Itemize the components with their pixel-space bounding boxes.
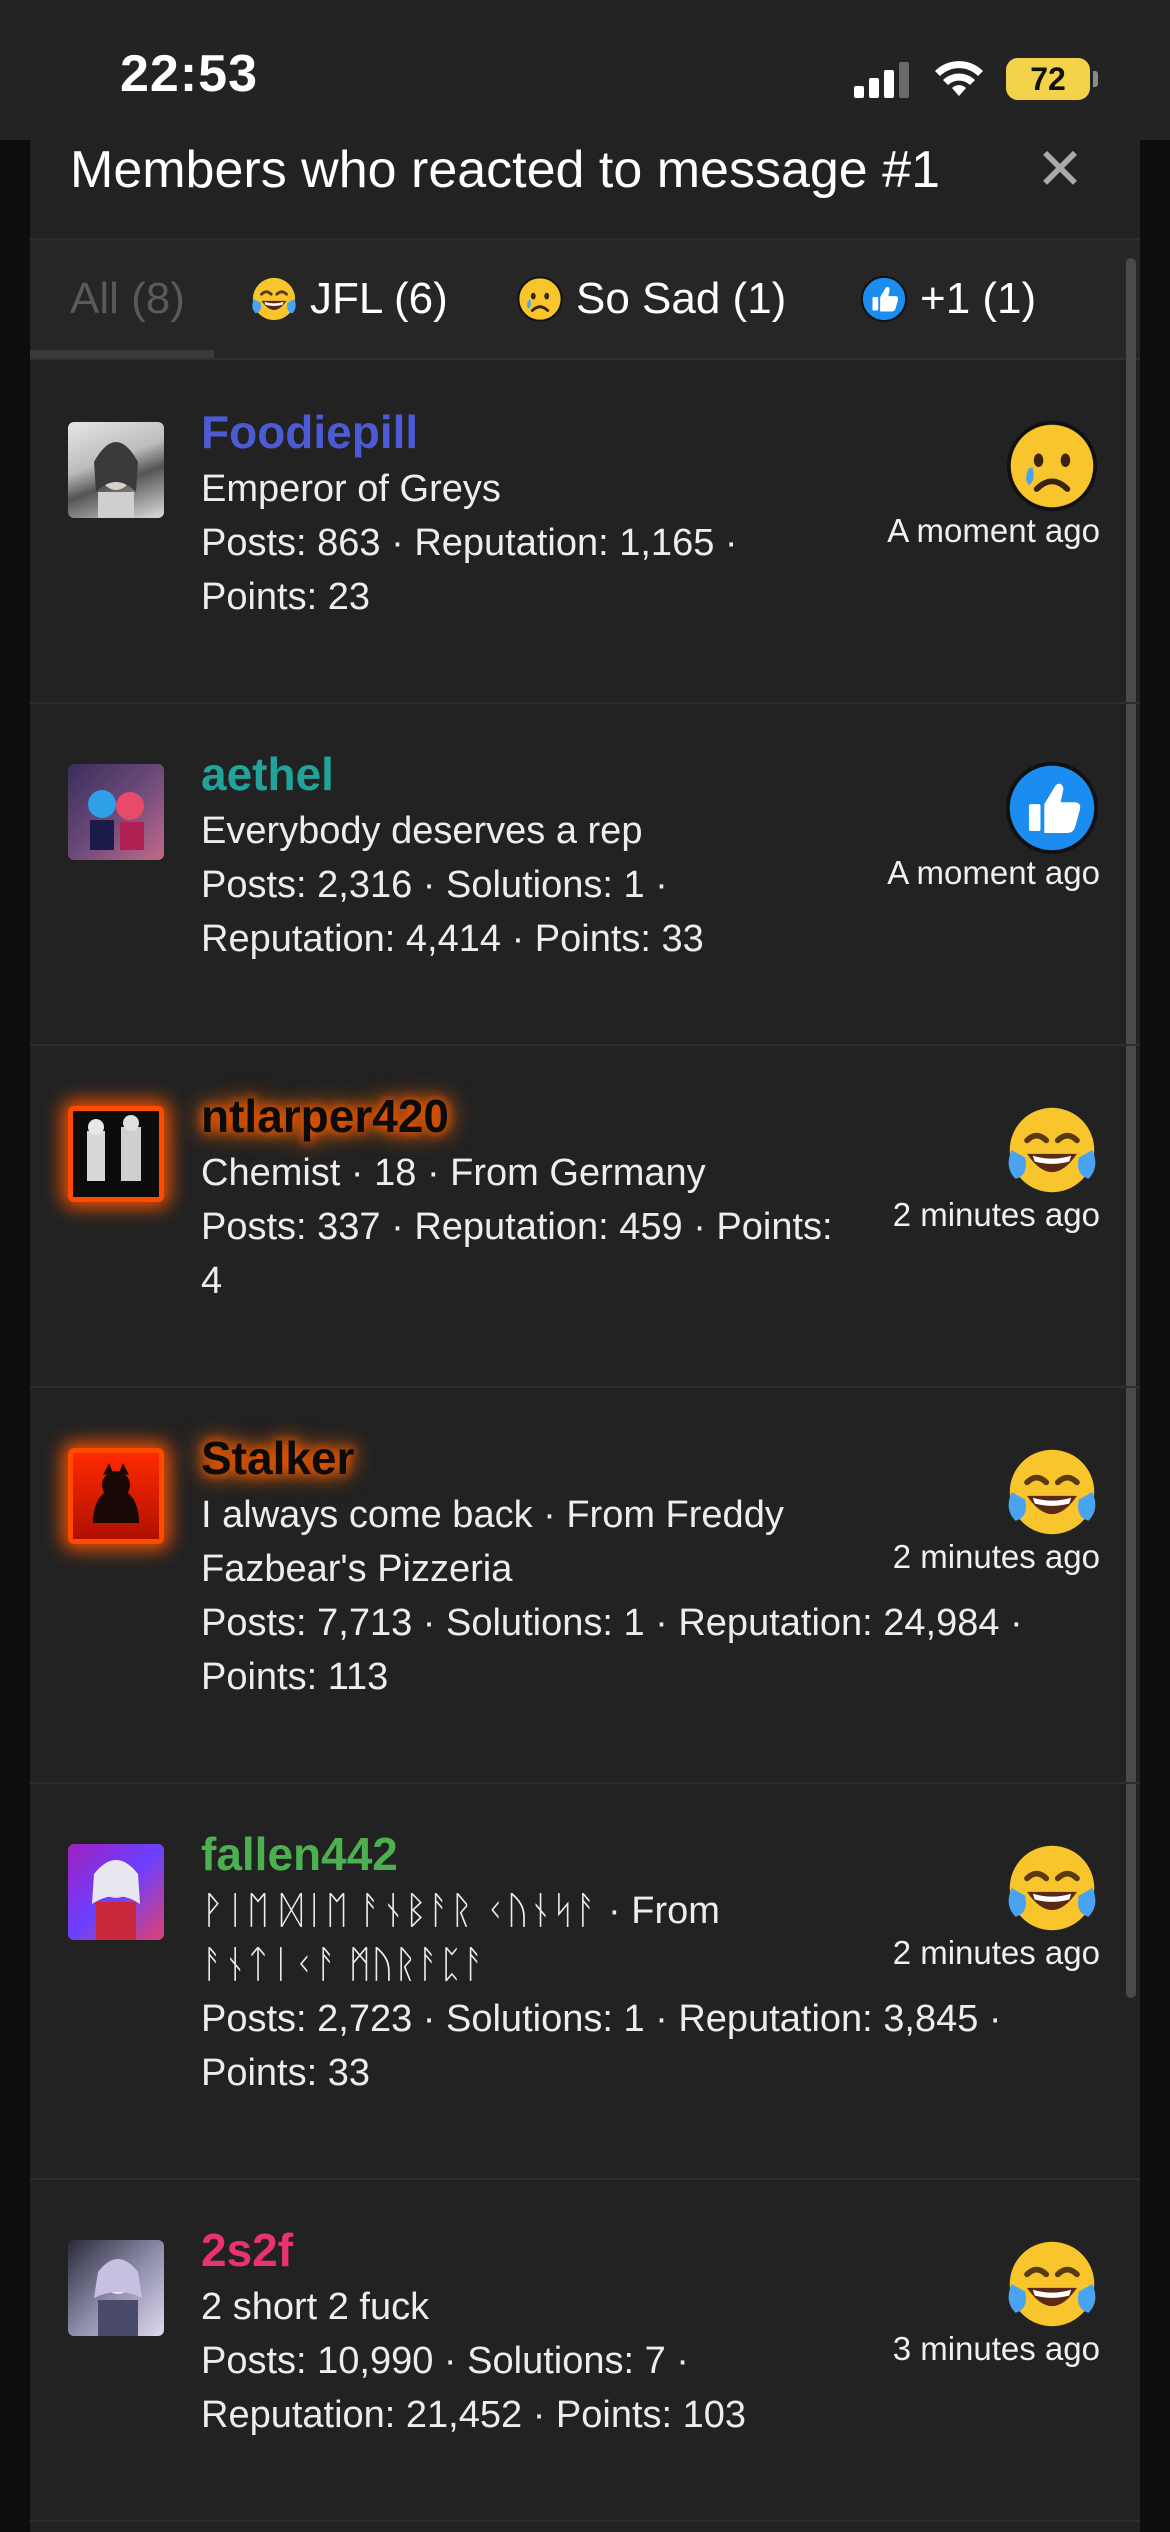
close-icon[interactable]: ✕ <box>1030 141 1090 199</box>
tab-so-sad[interactable]: So Sad (1) <box>516 240 786 358</box>
members-list: Foodiepill Emperor of Greys Posts: 863 ·… <box>30 362 1140 2522</box>
user-title: Chemist · 18 · From Germany <box>201 1152 706 1194</box>
modal-title: Members who reacted to message #1 <box>70 141 940 199</box>
modal-header: Members who reacted to message #1 ✕ <box>30 140 1140 240</box>
user-title: I always come back · From Freddy <box>201 1494 784 1536</box>
laughing-crying-emoji-icon <box>1004 2236 1100 2332</box>
list-item: ntlarper420 Chemist · 18 · From Germany … <box>30 1046 1140 1388</box>
member-info: Stalker I always come back · From Freddy… <box>201 1428 1023 1704</box>
reaction-time: 2 minutes ago <box>892 1196 1100 1233</box>
battery-icon: 72 <box>1006 58 1098 100</box>
username-link[interactable]: Foodiepill <box>201 402 861 462</box>
user-title: ᚹᛁᛖ ᛞᛁᛖ ᚨᚾᛒᚨᚱ ᚲᚢᚾᛋᚨ · From <box>201 1890 720 1932</box>
backdrop-right <box>1140 140 1170 2532</box>
list-item: Foodiepill Emperor of Greys Posts: 863 ·… <box>30 362 1140 704</box>
username-link[interactable]: Stalker <box>201 1428 861 1488</box>
reaction-time: 3 minutes ago <box>892 2330 1100 2367</box>
avatar[interactable] <box>68 1448 164 1544</box>
laughing-crying-emoji-icon <box>1004 1840 1100 1936</box>
tab-label: All (8) <box>70 274 185 323</box>
laughing-crying-emoji-icon <box>1004 1102 1100 1198</box>
clock: 22:53 <box>120 45 258 103</box>
sad-emoji-icon <box>1004 418 1100 514</box>
member-info: 2s2f 2 short 2 fuck Posts: 10,990 · Solu… <box>201 2220 861 2442</box>
user-stats: Points: 33 <box>201 2052 370 2094</box>
reactions-modal: Members who reacted to message #1 ✕ All … <box>30 140 1140 2532</box>
user-title: Fazbear's Pizzeria <box>201 1548 513 1590</box>
tab-all[interactable]: All (8) <box>70 240 185 358</box>
avatar[interactable] <box>68 1844 164 1940</box>
backdrop-left <box>0 140 30 2532</box>
user-stats: Posts: 7,713 · Solutions: 1 · Reputation… <box>201 1602 1023 1644</box>
thumbs-up-icon <box>860 275 908 323</box>
user-stats: Points: 23 <box>201 576 370 618</box>
list-item: aethel Everybody deserves a rep Posts: 2… <box>30 704 1140 1046</box>
user-stats: Posts: 2,316 · Solutions: 1 · <box>201 864 668 906</box>
user-stats: Posts: 10,990 · Solutions: 7 · <box>201 2340 689 2382</box>
reaction-time: 2 minutes ago <box>892 1538 1100 1575</box>
user-stats: Posts: 2,723 · Solutions: 1 · Reputation… <box>201 1998 1002 2040</box>
tab-jfl[interactable]: JFL (6) <box>250 240 448 358</box>
member-info: ntlarper420 Chemist · 18 · From Germany … <box>201 1086 861 1308</box>
user-stats: Posts: 337 · Reputation: 459 · Points: <box>201 1206 833 1248</box>
list-item: 2s2f 2 short 2 fuck Posts: 10,990 · Solu… <box>30 2180 1140 2522</box>
sad-emoji-icon <box>516 275 564 323</box>
user-stats: Reputation: 21,452 · Points: 103 <box>201 2394 747 2436</box>
member-info: aethel Everybody deserves a rep Posts: 2… <box>201 744 861 966</box>
list-item: Stalker I always come back · From Freddy… <box>30 1388 1140 1784</box>
status-icons: 72 <box>854 58 1098 100</box>
username-link[interactable]: fallen442 <box>201 1824 861 1884</box>
user-title: 2 short 2 fuck <box>201 2286 430 2328</box>
username-link[interactable]: ntlarper420 <box>201 1086 861 1146</box>
tab-label: JFL (6) <box>310 274 448 323</box>
signal-icon <box>854 62 909 98</box>
user-title: Everybody deserves a rep <box>201 810 643 852</box>
avatar[interactable] <box>68 2240 164 2336</box>
user-title: ᚨᚾᛏᛁᚲᚨ ᛗᚢᚱᚨᛈᚨ <box>201 1944 486 1986</box>
laughing-crying-emoji-icon <box>250 275 298 323</box>
avatar[interactable] <box>68 1106 164 1202</box>
reaction-time: A moment ago <box>887 512 1100 549</box>
status-bar: 22:53 72 <box>0 0 1170 140</box>
user-stats: Points: 113 <box>201 1656 389 1698</box>
reaction-tabs: All (8) JFL (6) So Sad (1) +1 (1) <box>30 240 1140 360</box>
avatar[interactable] <box>68 422 164 518</box>
tab-label: So Sad (1) <box>576 274 787 323</box>
list-item: fallen442 ᚹᛁᛖ ᛞᛁᛖ ᚨᚾᛒᚨᚱ ᚲᚢᚾᛋᚨ · From ᚨᚾᛏ… <box>30 1784 1140 2180</box>
tab-label: +1 (1) <box>920 274 1037 323</box>
user-stats: Posts: 863 · Reputation: 1,165 · <box>201 522 738 564</box>
user-title: Emperor of Greys <box>201 468 501 510</box>
reaction-time: 2 minutes ago <box>892 1934 1100 1971</box>
username-link[interactable]: aethel <box>201 744 861 804</box>
wifi-icon <box>935 61 983 96</box>
avatar[interactable] <box>68 764 164 860</box>
username-link[interactable]: 2s2f <box>201 2220 861 2280</box>
thumbs-up-icon <box>1004 760 1100 856</box>
member-info: Foodiepill Emperor of Greys Posts: 863 ·… <box>201 402 861 624</box>
member-info: fallen442 ᚹᛁᛖ ᛞᛁᛖ ᚨᚾᛒᚨᚱ ᚲᚢᚾᛋᚨ · From ᚨᚾᛏ… <box>201 1824 1002 2100</box>
reaction-time: A moment ago <box>887 854 1100 891</box>
laughing-crying-emoji-icon <box>1004 1444 1100 1540</box>
active-tab-underline <box>30 350 214 358</box>
tab-plus-one[interactable]: +1 (1) <box>860 240 1036 358</box>
user-stats: Reputation: 4,414 · Points: 33 <box>201 918 704 960</box>
user-stats: 4 <box>201 1260 223 1302</box>
